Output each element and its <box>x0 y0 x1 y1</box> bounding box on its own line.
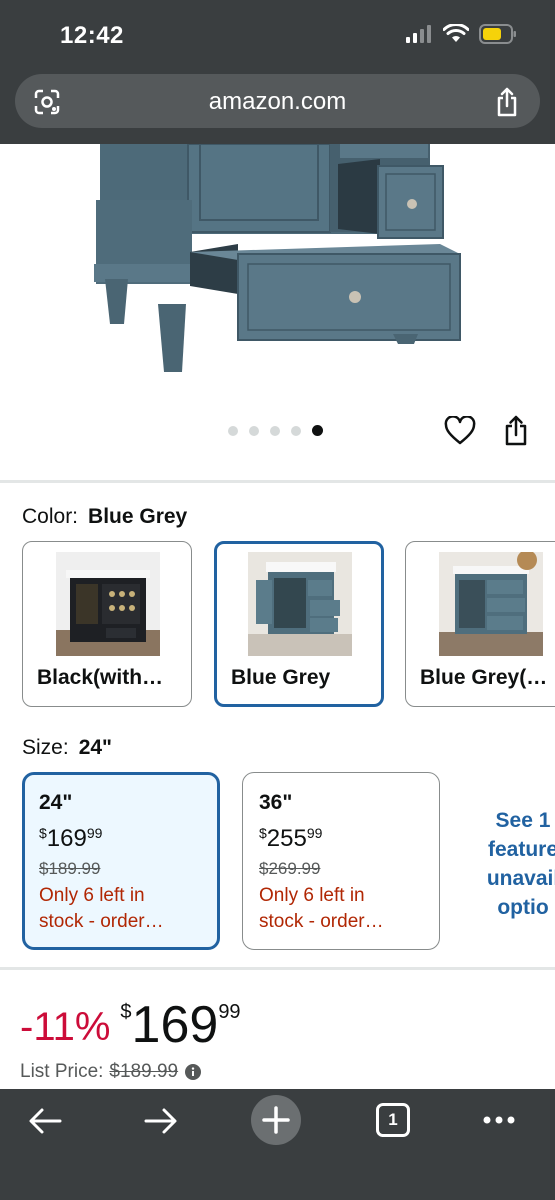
info-icon[interactable] <box>185 1064 202 1080</box>
tab-count: 1 <box>388 1110 398 1129</box>
selected-size-value: 24" <box>78 736 113 759</box>
list-price-value: $189.99 <box>109 1061 179 1082</box>
section-divider <box>0 967 555 970</box>
heart-icon[interactable] <box>444 416 476 446</box>
wifi-icon <box>443 24 469 42</box>
swatch-name: Black(with… <box>37 666 164 689</box>
carousel-dot[interactable] <box>228 425 238 436</box>
color-label: Color: <box>22 505 79 528</box>
price-currency: $ <box>120 1001 132 1023</box>
status-bar: 12:42 <box>0 0 555 70</box>
list-price-label: List Price: <box>20 1061 104 1082</box>
more-options-icon[interactable] <box>482 1115 516 1125</box>
size-label: Size: <box>22 736 69 759</box>
price-block: -11% $ 169 99 <box>20 995 241 1055</box>
size-name: 24" <box>39 791 73 814</box>
stock-status: Only 6 left in stock - order… <box>39 885 164 932</box>
price-whole: 169 <box>131 996 219 1054</box>
status-time: 12:42 <box>60 22 124 49</box>
list-price-row: List Price: $189.99 <box>20 1061 202 1083</box>
signal-icon <box>406 25 431 43</box>
swatch-name: Blue Grey(… <box>420 666 548 689</box>
carousel-indicator[interactable] <box>228 425 323 436</box>
size-option-24[interactable]: 24" $16999 $189.99 Only 6 left in stock … <box>22 772 220 950</box>
browser-bottom-bar: 1 <box>0 1089 555 1200</box>
swatch-name: Blue Grey <box>231 666 331 689</box>
selected-color-value: Blue Grey <box>88 505 188 528</box>
see-unavailable-options-link[interactable]: See 1 feature unavail optio <box>468 806 555 922</box>
size-label-row: Size: 24" <box>22 736 112 760</box>
back-arrow-icon[interactable] <box>28 1107 62 1135</box>
vanity-cabinet-image <box>94 144 461 372</box>
battery-icon <box>479 24 516 44</box>
size-list-price: $189.99 <box>39 859 101 878</box>
discount-percent: -11% <box>20 1005 111 1049</box>
carousel-dot[interactable] <box>249 425 259 436</box>
tab-switcher-button[interactable]: 1 <box>376 1103 410 1137</box>
browser-toolbar: amazon.com <box>0 70 555 144</box>
new-tab-icon[interactable] <box>251 1095 301 1145</box>
color-swatch-blue-grey-variant[interactable]: Blue Grey(… <box>405 541 555 707</box>
section-divider <box>0 480 555 483</box>
black-cabinet-thumbnail <box>56 552 160 656</box>
carousel-dot-active[interactable] <box>312 425 323 436</box>
status-icons <box>405 24 517 44</box>
forward-arrow-icon[interactable] <box>144 1107 178 1135</box>
size-option-36[interactable]: 36" $25599 $269.99 Only 6 left in stock … <box>242 772 440 950</box>
carousel-dot[interactable] <box>291 425 301 436</box>
color-swatch-black[interactable]: Black(with… <box>22 541 192 707</box>
share-icon[interactable] <box>494 87 520 117</box>
color-swatch-blue-grey[interactable]: Blue Grey <box>214 541 384 707</box>
size-price: $25599 <box>259 825 323 852</box>
stock-status: Only 6 left in stock - order… <box>259 885 384 932</box>
size-list-price: $269.99 <box>259 859 321 878</box>
carousel-dot[interactable] <box>270 425 280 436</box>
blue-grey-variant-thumbnail <box>439 552 543 656</box>
price-cents: 99 <box>218 1001 241 1023</box>
share-product-icon[interactable] <box>502 414 530 446</box>
size-name: 36" <box>259 791 293 814</box>
size-price: $16999 <box>39 825 103 852</box>
blue-grey-cabinet-thumbnail <box>248 552 352 656</box>
color-label-row: Color: Blue Grey <box>22 505 187 529</box>
product-image[interactable] <box>0 144 555 394</box>
address-bar[interactable]: amazon.com <box>15 74 540 128</box>
url-text[interactable]: amazon.com <box>15 88 540 116</box>
